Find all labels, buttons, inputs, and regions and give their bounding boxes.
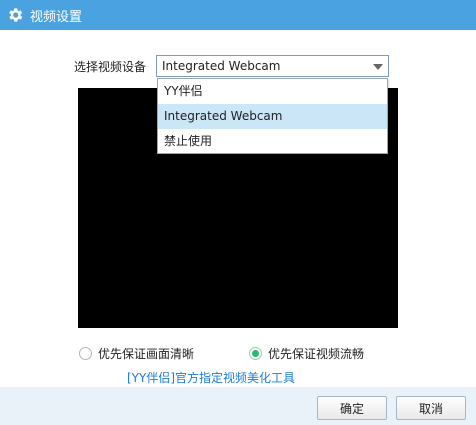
radio-clear-label: 优先保证画面清晰 [98, 347, 195, 361]
radio-smooth-label: 优先保证视频流畅 [268, 347, 365, 361]
radio-smooth[interactable] [249, 347, 262, 360]
title-bar: 视频设置 [0, 0, 476, 30]
ok-button[interactable]: 确定 [317, 396, 387, 420]
radio-clear-row[interactable]: 优先保证画面清晰 [79, 345, 194, 362]
radio-clear[interactable] [79, 347, 92, 360]
device-select[interactable]: Integrated Webcam [156, 55, 389, 77]
device-option-disable[interactable]: 禁止使用 [158, 129, 387, 154]
gear-icon [6, 6, 24, 24]
device-select-value: Integrated Webcam [162, 59, 281, 73]
device-label: 选择视频设备 [74, 60, 147, 74]
cancel-button[interactable]: 取消 [396, 396, 466, 420]
chevron-down-icon[interactable] [373, 64, 383, 70]
radio-smooth-row[interactable]: 优先保证视频流畅 [249, 345, 364, 362]
window-title: 视频设置 [30, 9, 83, 25]
device-dropdown: YY伴侣 Integrated Webcam 禁止使用 [157, 78, 388, 154]
device-option-webcam[interactable]: Integrated Webcam [158, 104, 387, 129]
beauty-tool-link[interactable]: [YY伴侣]官方指定视频美化工具 [127, 369, 295, 386]
device-option-yy[interactable]: YY伴侣 [158, 79, 387, 104]
